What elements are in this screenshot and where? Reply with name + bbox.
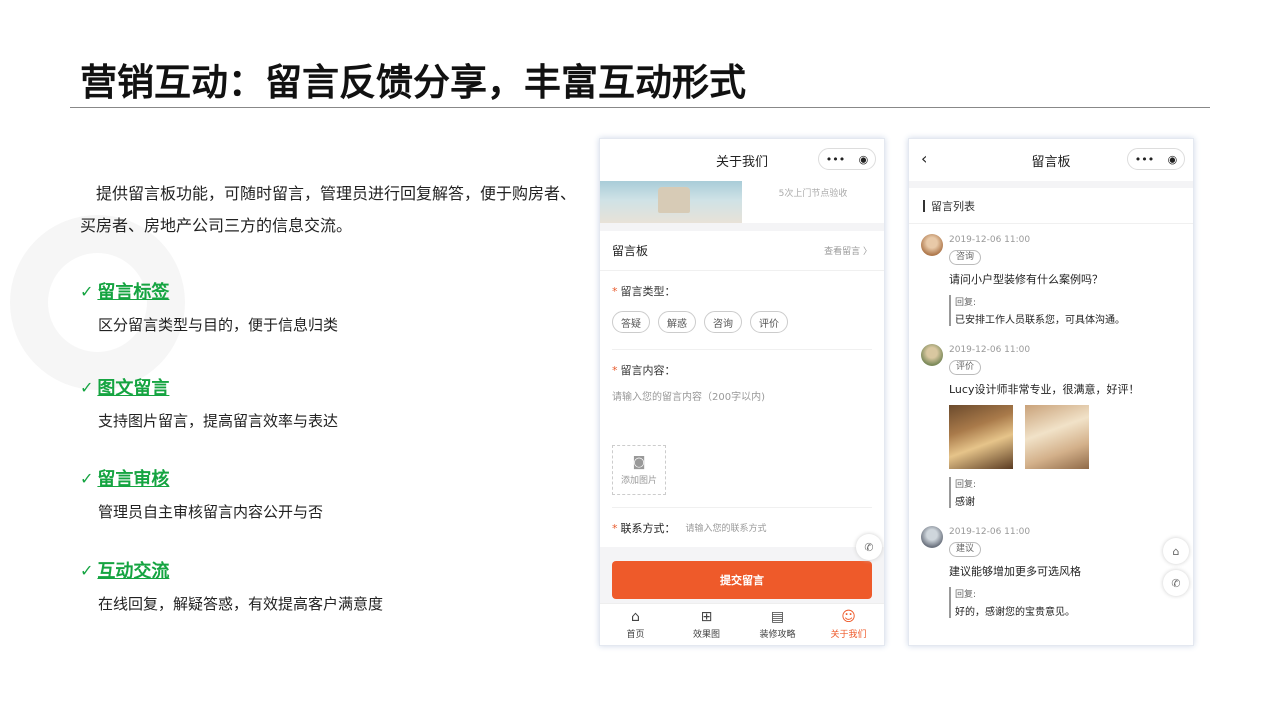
type-chip[interactable]: 评价 xyxy=(750,311,788,333)
feature-desc: 管理员自主审核留言内容公开与否 xyxy=(98,503,324,521)
message-content: 请问小户型装修有什么案例吗？ xyxy=(949,273,1103,286)
tab-guides[interactable]: ▤ 装修攻略 xyxy=(742,604,813,645)
reply-label: 回复: xyxy=(955,590,977,600)
message-reply: 回复: 感谢 xyxy=(949,477,1183,508)
list-title: 留言列表 xyxy=(931,199,975,213)
home-float-icon[interactable]: ⌂ xyxy=(1163,538,1189,564)
banner-text: 5次上门节点验收 xyxy=(778,189,848,199)
clipboard-icon: ▤ xyxy=(770,609,785,625)
tab-renderings[interactable]: ⊞ 效果图 xyxy=(671,604,742,645)
mini-program-capsule[interactable]: ••• ◉ xyxy=(818,148,876,170)
message-reply: 回复: 已安排工作人员联系您，可具体沟通。 xyxy=(949,295,1183,326)
about-banner: 5次上门节点验收 xyxy=(600,181,884,223)
message-list: 2019-12-06 11:00 咨询 请问小户型装修有什么案例吗？ 回复: 已… xyxy=(909,224,1193,645)
avatar xyxy=(921,234,943,256)
feature-title: 留言审核 xyxy=(97,469,170,490)
feature-title: 图文留言 xyxy=(97,378,170,399)
type-label: * 留言类型： xyxy=(612,285,676,298)
close-target-icon[interactable]: ◉ xyxy=(859,153,869,166)
nav-bar: ‹ 留言板 ••• ◉ xyxy=(909,139,1193,181)
avatar xyxy=(921,526,943,548)
message-photo[interactable] xyxy=(1025,405,1089,469)
more-dots-icon[interactable]: ••• xyxy=(1135,153,1154,166)
reply-text: 已安排工作人员联系您，可具体沟通。 xyxy=(955,315,1125,326)
feature-desc: 支持图片留言，提高留言效率与表达 xyxy=(98,412,339,430)
check-icon: ✓ xyxy=(80,281,94,301)
list-item: 2019-12-06 11:00 评价 Lucy设计师非常专业，很满意，好评！ … xyxy=(909,326,1193,508)
feature-title: 留言标签 xyxy=(97,282,170,303)
message-form: * 留言类型： 答疑 解惑 咨询 评价 * 留言内容： 请输入您的留言内容（200字… xyxy=(600,271,884,547)
submit-button[interactable]: 提交留言 xyxy=(612,561,872,599)
section-bar xyxy=(923,199,925,212)
message-photo[interactable] xyxy=(949,405,1013,469)
tab-bar: ⌂ 首页 ⊞ 效果图 ▤ 装修攻略 ☺ 关于我们 xyxy=(600,603,884,645)
message-date: 2019-12-06 11:00 xyxy=(949,527,1031,537)
message-tag: 建议 xyxy=(949,542,982,557)
grid-icon: ⊞ xyxy=(700,609,713,625)
contact-input[interactable]: 请输入您的联系方式 xyxy=(686,521,767,534)
close-target-icon[interactable]: ◉ xyxy=(1168,153,1178,166)
list-item: 2019-12-06 11:00 咨询 请问小户型装修有什么案例吗？ 回复: 已… xyxy=(909,224,1193,326)
board-header: 留言板 查看留言 〉 xyxy=(600,231,884,271)
check-icon: ✓ xyxy=(80,468,94,488)
chair-shape xyxy=(658,187,690,213)
phone-call-icon[interactable]: ✆ xyxy=(856,534,882,560)
back-icon[interactable]: ‹ xyxy=(921,149,927,168)
add-photo-label: 添加图片 xyxy=(620,475,657,486)
message-photos xyxy=(949,405,1183,469)
feature-title: 互动交流 xyxy=(97,561,170,582)
contact-label: * 联系方式： xyxy=(612,521,676,535)
list-header: 留言列表 xyxy=(909,188,1193,224)
feature-item: ✓ 留言标签 区分留言类型与目的，便于信息归类 xyxy=(80,278,338,335)
nav-title: 关于我们 xyxy=(715,154,768,170)
mini-program-capsule[interactable]: ••• ◉ xyxy=(1127,148,1185,170)
slide-title: 营销互动：留言反馈分享，丰富互动形式 xyxy=(80,61,746,104)
message-content: 建议能够增加更多可选风格 xyxy=(949,565,1081,578)
type-chip[interactable]: 答疑 xyxy=(612,311,650,333)
people-icon: ☺ xyxy=(841,609,856,625)
reply-text: 感谢 xyxy=(955,497,975,508)
type-chip[interactable]: 咨询 xyxy=(704,311,742,333)
nav-bar: 关于我们 ••• ◉ xyxy=(600,139,884,181)
feature-item: ✓ 图文留言 支持图片留言，提高留言效率与表达 xyxy=(80,374,338,431)
feature-desc: 区分留言类型与目的，便于信息归类 xyxy=(98,316,339,334)
tab-home[interactable]: ⌂ 首页 xyxy=(600,604,671,645)
intro-text: 提供留言板功能，可随时留言，管理员进行回复解答，便于购房者、买房者、房地产公司三… xyxy=(80,184,577,235)
type-chips: 答疑 解惑 咨询 评价 xyxy=(612,311,872,350)
message-content: Lucy设计师非常专业，很满意，好评！ xyxy=(949,383,1140,396)
nav-title: 留言板 xyxy=(1031,154,1071,170)
message-tag: 评价 xyxy=(949,360,982,375)
message-date: 2019-12-06 11:00 xyxy=(949,345,1031,355)
board-title: 留言板 xyxy=(612,244,649,258)
reply-text: 好的，感谢您的宝贵意见。 xyxy=(955,607,1075,618)
phone-message-list: ‹ 留言板 ••• ◉ 留言列表 2019-12-06 11:00 咨询 请问小… xyxy=(908,138,1194,646)
phone-message-form: 关于我们 ••• ◉ 5次上门节点验收 留言板 查看留言 〉 * 留言类型： 答疑… xyxy=(599,138,885,646)
phone-call-icon[interactable]: ✆ xyxy=(1163,570,1189,596)
reply-label: 回复: xyxy=(955,298,977,308)
message-reply: 回复: 好的，感谢您的宝贵意见。 xyxy=(949,587,1183,618)
check-icon: ✓ xyxy=(80,377,94,397)
home-icon: ⌂ xyxy=(631,609,640,625)
content-label: * 留言内容： xyxy=(612,364,676,377)
avatar xyxy=(921,344,943,366)
add-photo-button[interactable]: ◙ 添加图片 xyxy=(612,445,666,495)
room-image xyxy=(600,181,742,223)
camera-icon: ◙ xyxy=(632,454,646,470)
feature-item: ✓ 互动交流 在线回复，解疑答惑，有效提高客户满意度 xyxy=(80,557,383,614)
type-chip[interactable]: 解惑 xyxy=(658,311,696,333)
message-date: 2019-12-06 11:00 xyxy=(949,235,1031,245)
title-divider xyxy=(70,107,1210,108)
more-dots-icon[interactable]: ••• xyxy=(826,153,845,166)
message-tag: 咨询 xyxy=(949,250,982,265)
tab-about[interactable]: ☺ 关于我们 xyxy=(813,604,884,645)
feature-desc: 在线回复，解疑答惑，有效提高客户满意度 xyxy=(98,595,384,613)
feature-item: ✓ 留言审核 管理员自主审核留言内容公开与否 xyxy=(80,465,323,522)
check-icon: ✓ xyxy=(80,560,94,580)
view-messages-link[interactable]: 查看留言 〉 xyxy=(824,244,872,257)
list-item: 2019-12-06 11:00 建议 建议能够增加更多可选风格 回复: 好的，… xyxy=(909,508,1193,618)
content-input[interactable]: 请输入您的留言内容（200字以内) xyxy=(612,388,872,403)
reply-label: 回复: xyxy=(955,480,977,490)
contact-row: * 联系方式： 请输入您的联系方式 xyxy=(612,507,872,547)
